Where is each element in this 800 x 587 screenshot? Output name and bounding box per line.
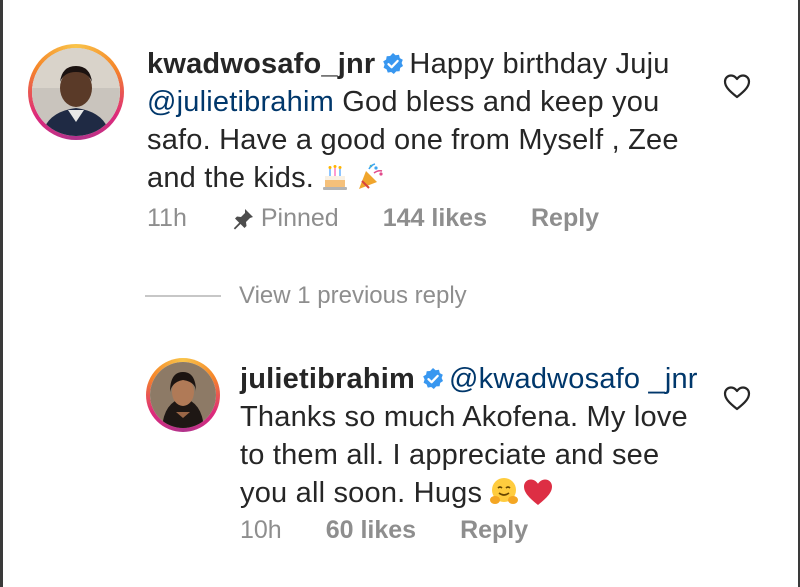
verified-badge-icon xyxy=(383,53,404,74)
replies-divider-line xyxy=(145,295,221,297)
pinned-label: Pinned xyxy=(260,204,339,232)
comment-main: kwadwosafo_jnr Happy birthday Juju @julie… xyxy=(0,0,800,260)
comment-mention-link[interactable]: @julietibrahim xyxy=(147,86,334,118)
pin-icon xyxy=(233,208,253,229)
reply-text: julietibrahim @kwadwosafo _jnr Thanks so … xyxy=(240,360,700,517)
like-heart-icon[interactable] xyxy=(722,384,752,412)
comment-text: kwadwosafo_jnr Happy birthday Juju @julie… xyxy=(147,45,707,202)
reply-reply-button[interactable]: Reply xyxy=(460,516,528,545)
avatar-kwadwosafo[interactable] xyxy=(28,44,124,140)
comment-username[interactable]: kwadwosafo_jnr xyxy=(147,48,375,80)
comment-body-start: Happy birthday Juju xyxy=(409,48,670,80)
comment-time: 11h xyxy=(147,204,187,232)
comment-reply: julietibrahim @kwadwosafo _jnr Thanks so … xyxy=(0,340,800,570)
view-previous-replies-button[interactable]: View 1 previous reply xyxy=(145,282,467,310)
reply-meta: 10h 60 likes Reply xyxy=(240,516,572,545)
comment-meta: 11h Pinned 144 likes Reply xyxy=(147,204,643,233)
avatar-photo xyxy=(32,48,120,136)
comment-reply-button[interactable]: Reply xyxy=(531,204,599,233)
avatar-julietibrahim[interactable] xyxy=(146,358,220,432)
view-replies-label: View 1 previous reply xyxy=(239,282,467,309)
comment-likes[interactable]: 144 likes xyxy=(383,204,487,233)
reply-time: 10h xyxy=(240,516,282,544)
reply-mention-link[interactable]: @kwadwosafo _jnr xyxy=(449,363,698,395)
verified-badge-icon xyxy=(423,368,444,389)
birthday-cake-icon xyxy=(320,162,350,202)
hugging-face-icon xyxy=(488,475,520,517)
pinned-indicator: Pinned xyxy=(231,204,339,233)
reply-likes[interactable]: 60 likes xyxy=(326,516,416,545)
party-popper-icon xyxy=(356,162,386,202)
reply-body: Thanks so much Akofena. My love to them … xyxy=(240,401,688,509)
like-heart-icon[interactable] xyxy=(722,72,752,100)
red-heart-icon xyxy=(522,477,554,517)
avatar-photo xyxy=(150,362,216,428)
reply-username[interactable]: julietibrahim xyxy=(240,363,415,395)
